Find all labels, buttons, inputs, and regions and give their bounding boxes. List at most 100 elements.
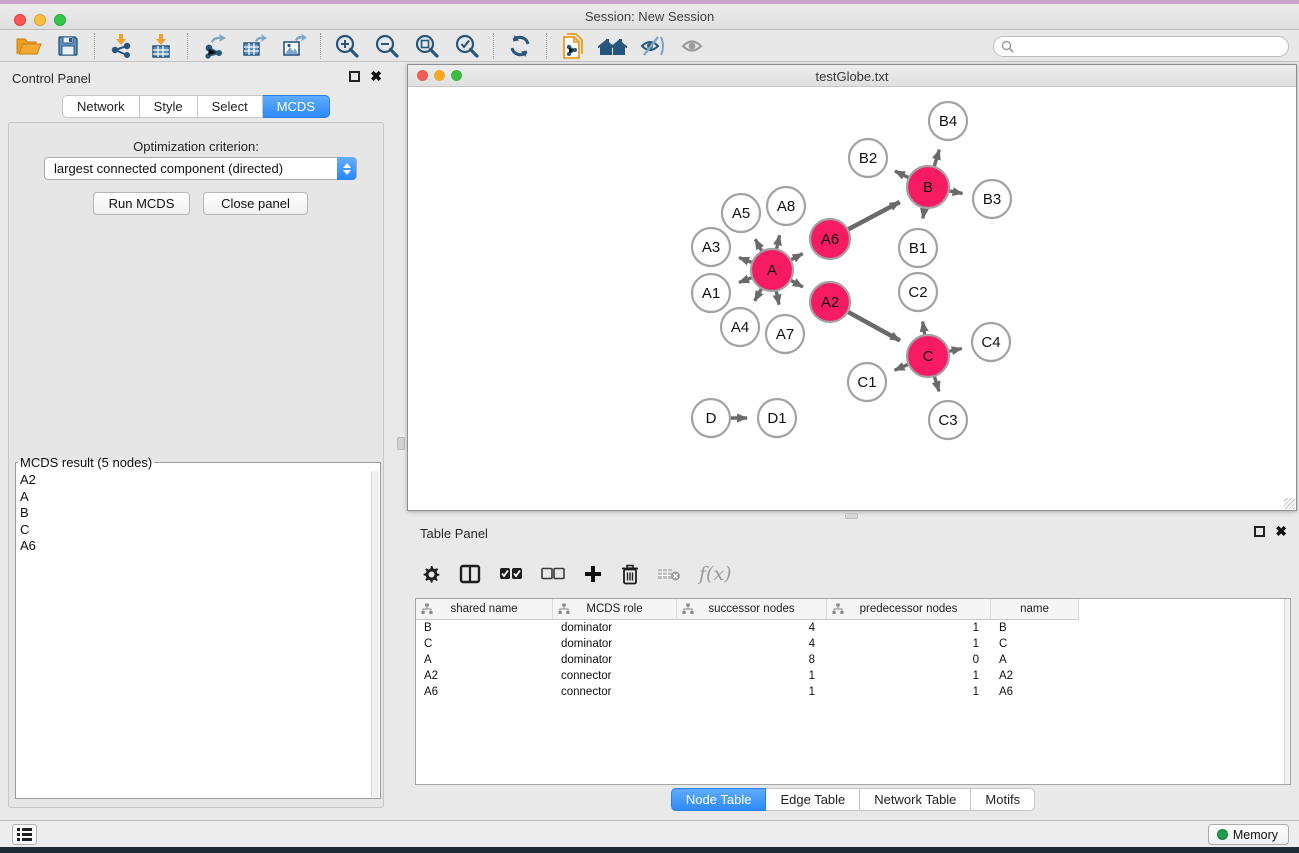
table-row[interactable]: Cdominator41C bbox=[416, 636, 1290, 652]
graph-node-A3[interactable]: A3 bbox=[692, 228, 730, 266]
table-cell[interactable]: A6 bbox=[991, 684, 1079, 700]
show-selected-button[interactable] bbox=[673, 32, 713, 60]
column-header-shared-name[interactable]: shared name bbox=[416, 599, 553, 620]
graph-node-D[interactable]: D bbox=[692, 399, 730, 437]
hide-selected-button[interactable] bbox=[633, 32, 673, 60]
table-cell[interactable]: 4 bbox=[677, 636, 827, 652]
graph-node-A1[interactable]: A1 bbox=[692, 274, 730, 312]
table-cell[interactable]: A2 bbox=[991, 668, 1079, 684]
function-builder-button[interactable]: f(x) bbox=[699, 563, 732, 585]
table-cell[interactable]: dominator bbox=[553, 620, 677, 636]
list-item[interactable]: A2 bbox=[20, 472, 371, 489]
save-session-button[interactable] bbox=[48, 32, 88, 60]
tab-style[interactable]: Style bbox=[140, 95, 198, 118]
deselect-all-button[interactable] bbox=[541, 560, 565, 588]
graph-node-A4[interactable]: A4 bbox=[721, 308, 759, 346]
home-button[interactable] bbox=[593, 32, 633, 60]
list-item[interactable]: C bbox=[20, 522, 371, 539]
export-image-button[interactable] bbox=[274, 32, 314, 60]
graph-node-B1[interactable]: B1 bbox=[899, 229, 937, 267]
table-cell[interactable]: 8 bbox=[677, 652, 827, 668]
tab-motifs[interactable]: Motifs bbox=[971, 788, 1035, 811]
tab-select[interactable]: Select bbox=[198, 95, 263, 118]
tab-node-table[interactable]: Node Table bbox=[671, 788, 767, 811]
vertical-splitter-handle[interactable] bbox=[397, 437, 405, 450]
table-scrollbar[interactable] bbox=[1284, 599, 1290, 784]
graph-node-A[interactable]: A bbox=[751, 249, 793, 291]
import-network-button[interactable] bbox=[101, 32, 141, 60]
memory-button[interactable]: Memory bbox=[1208, 824, 1289, 845]
table-cell[interactable]: C bbox=[991, 636, 1079, 652]
tab-edge-table[interactable]: Edge Table bbox=[766, 788, 860, 811]
table-cell[interactable]: C bbox=[416, 636, 553, 652]
zoom-selected-button[interactable] bbox=[447, 32, 487, 60]
table-cell[interactable]: A bbox=[416, 652, 553, 668]
table-row[interactable]: Adominator80A bbox=[416, 652, 1290, 668]
delete-column-button[interactable] bbox=[621, 560, 639, 588]
table-cell[interactable]: 1 bbox=[827, 620, 991, 636]
table-cell[interactable]: 4 bbox=[677, 620, 827, 636]
select-all-button[interactable] bbox=[499, 560, 523, 588]
close-panel-icon[interactable]: ✖ bbox=[370, 71, 382, 82]
refresh-layout-button[interactable] bbox=[500, 32, 540, 60]
window-resize-grip[interactable] bbox=[1284, 498, 1295, 509]
run-mcds-button[interactable]: Run MCDS bbox=[93, 192, 190, 215]
table-cell[interactable]: 1 bbox=[827, 684, 991, 700]
export-network-button[interactable] bbox=[194, 32, 234, 60]
search-input[interactable] bbox=[1014, 38, 1288, 55]
table-cell[interactable]: A6 bbox=[416, 684, 553, 700]
column-header-name[interactable]: name bbox=[991, 599, 1079, 620]
zoom-out-button[interactable] bbox=[367, 32, 407, 60]
table-settings-button[interactable] bbox=[421, 560, 441, 588]
float-panel-icon[interactable] bbox=[1254, 526, 1265, 537]
graph-node-C3[interactable]: C3 bbox=[929, 401, 967, 439]
table-cell[interactable]: 1 bbox=[827, 636, 991, 652]
tab-network[interactable]: Network bbox=[62, 95, 140, 118]
zoom-fit-button[interactable] bbox=[407, 32, 447, 60]
graph-node-A7[interactable]: A7 bbox=[766, 315, 804, 353]
tab-network-table[interactable]: Network Table bbox=[860, 788, 971, 811]
list-item[interactable]: B bbox=[20, 505, 371, 522]
column-header-successor-nodes[interactable]: successor nodes bbox=[677, 599, 827, 620]
float-panel-icon[interactable] bbox=[349, 71, 360, 82]
graph-node-A6[interactable]: A6 bbox=[810, 219, 850, 259]
add-column-button[interactable] bbox=[583, 560, 603, 588]
table-cell[interactable]: 1 bbox=[827, 668, 991, 684]
network-canvas[interactable]: B4B2BB3A8A5A6A3B1AC2A1A2A4A7C4CC1DD1C3 bbox=[408, 87, 1296, 510]
zoom-in-button[interactable] bbox=[327, 32, 367, 60]
table-cell[interactable]: connector bbox=[553, 668, 677, 684]
column-header-MCDS-role[interactable]: MCDS role bbox=[553, 599, 677, 620]
table-cell[interactable]: 1 bbox=[677, 684, 827, 700]
graph-node-B[interactable]: B bbox=[907, 166, 949, 208]
task-history-button[interactable] bbox=[12, 824, 37, 845]
open-session-button[interactable] bbox=[8, 32, 48, 60]
show-column-button[interactable] bbox=[459, 560, 481, 588]
tab-mcds[interactable]: MCDS bbox=[263, 95, 330, 118]
table-cell[interactable]: A bbox=[991, 652, 1079, 668]
graph-node-C[interactable]: C bbox=[907, 335, 949, 377]
graph-node-A5[interactable]: A5 bbox=[722, 194, 760, 232]
table-cell[interactable]: B bbox=[416, 620, 553, 636]
graph-node-C1[interactable]: C1 bbox=[848, 363, 886, 401]
table-row[interactable]: A6connector11A6 bbox=[416, 684, 1290, 700]
graph-node-C2[interactable]: C2 bbox=[899, 273, 937, 311]
list-item[interactable]: A6 bbox=[20, 538, 371, 555]
network-document-button[interactable] bbox=[553, 32, 593, 60]
graph-node-B3[interactable]: B3 bbox=[973, 180, 1011, 218]
export-table-button[interactable] bbox=[234, 32, 274, 60]
table-row[interactable]: Bdominator41B bbox=[416, 620, 1290, 636]
table-cell[interactable]: A2 bbox=[416, 668, 553, 684]
graph-node-D1[interactable]: D1 bbox=[758, 399, 796, 437]
list-item[interactable]: A bbox=[20, 489, 371, 506]
close-panel-icon[interactable]: ✖ bbox=[1275, 526, 1287, 537]
table-cell[interactable]: B bbox=[991, 620, 1079, 636]
graph-node-A8[interactable]: A8 bbox=[767, 187, 805, 225]
table-cell[interactable]: 1 bbox=[677, 668, 827, 684]
table-cell[interactable]: dominator bbox=[553, 636, 677, 652]
table-cell[interactable]: connector bbox=[553, 684, 677, 700]
criterion-select[interactable]: largest connected component (directed) bbox=[44, 157, 357, 180]
horizontal-splitter-handle[interactable] bbox=[845, 513, 858, 519]
graph-node-A2[interactable]: A2 bbox=[810, 282, 850, 322]
column-header-predecessor-nodes[interactable]: predecessor nodes bbox=[827, 599, 991, 620]
graph-node-B4[interactable]: B4 bbox=[929, 102, 967, 140]
